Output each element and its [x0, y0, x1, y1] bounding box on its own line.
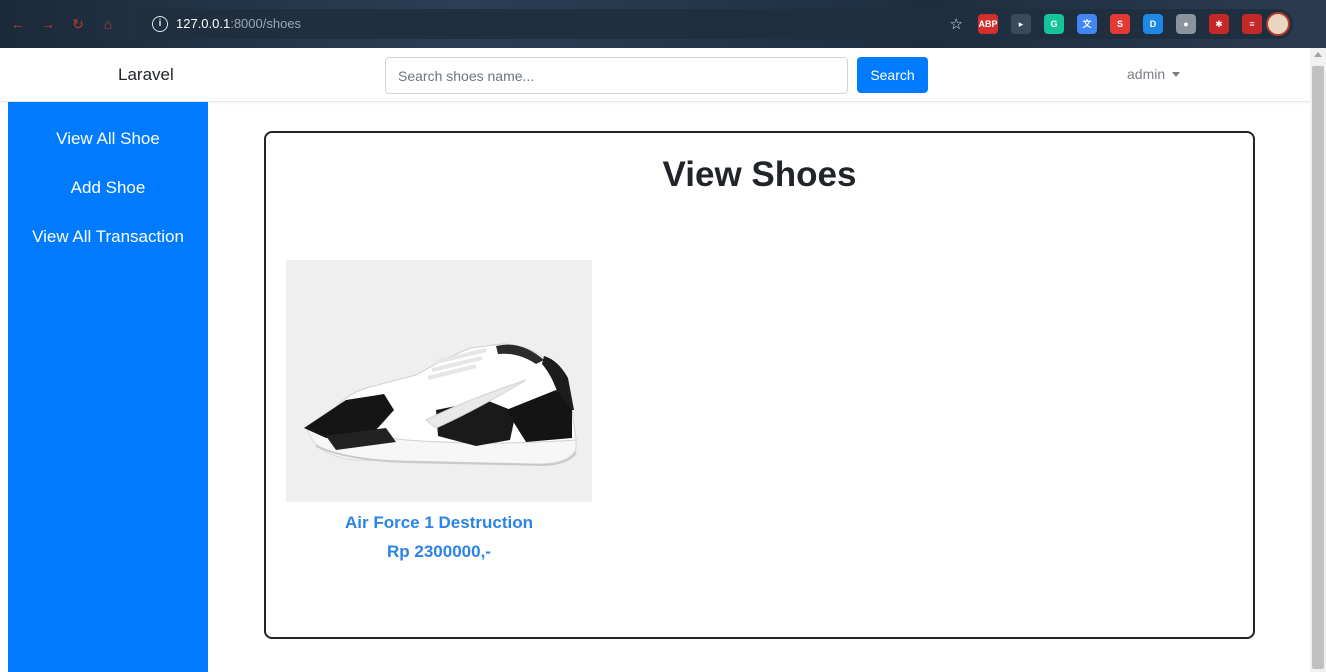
bookmark-star-icon[interactable]: ☆ [950, 15, 963, 33]
abp-icon[interactable]: ABP [978, 14, 998, 34]
user-dropdown[interactable]: admin [1127, 66, 1181, 82]
sidebar-extension-icon[interactable]: ≡ [1242, 14, 1262, 34]
product-name-link[interactable]: Air Force 1 Destruction [286, 513, 592, 533]
sidebar: View All Shoe Add Shoe View All Transact… [8, 102, 208, 672]
s-extension-icon[interactable]: S [1110, 14, 1130, 34]
caret-down-icon [1172, 71, 1181, 77]
url-text[interactable]: 127.0.0.1:8000/shoes [176, 16, 301, 31]
browser-nav-buttons: ← → ↻ ⌂ [10, 16, 116, 32]
search-input[interactable] [385, 57, 848, 94]
puzzle-icon[interactable]: ✱ [1209, 14, 1229, 34]
sidebar-item-view-all-transaction[interactable]: View All Transaction [8, 212, 208, 261]
site-info-icon[interactable]: i [152, 16, 168, 32]
sidebar-item-add-shoe[interactable]: Add Shoe [8, 163, 208, 212]
back-icon[interactable]: ← [10, 16, 26, 32]
scroll-thumb[interactable] [1312, 66, 1324, 669]
product-image[interactable] [286, 260, 592, 502]
grammarly-icon[interactable]: G [1044, 14, 1064, 34]
page-scrollbar[interactable] [1310, 48, 1326, 672]
home-icon[interactable]: ⌂ [100, 16, 116, 32]
shoes-card: View Shoes Air Force 1 Destruction Rp 23… [264, 131, 1255, 639]
profile-avatar-icon[interactable] [1266, 12, 1290, 36]
brand-link[interactable]: Laravel [118, 65, 174, 85]
translate-icon[interactable]: 文 [1077, 14, 1097, 34]
user-name: admin [1127, 66, 1166, 82]
product-card: Air Force 1 Destruction Rp 2300000,- [286, 260, 592, 562]
browser-toolbar: ← → ↻ ⌂ i 127.0.0.1:8000/shoes ☆ ABP ▸ G 文 S… [0, 0, 1326, 48]
play-icon[interactable]: ▸ [1011, 14, 1031, 34]
url-path: :8000/shoes [230, 16, 302, 31]
reload-icon[interactable]: ↻ [70, 16, 86, 32]
forward-icon[interactable]: → [40, 16, 56, 32]
d-extension-icon[interactable]: D [1143, 14, 1163, 34]
top-navbar: Laravel Search admin [0, 48, 1310, 102]
search-button[interactable]: Search [857, 57, 928, 93]
scroll-up-arrow-icon[interactable] [1314, 52, 1322, 57]
extension-icons: ABP ▸ G 文 S D ● ✱ ≡ [978, 14, 1262, 34]
page-title: View Shoes [662, 155, 857, 194]
product-price-link[interactable]: Rp 2300000,- [286, 542, 592, 562]
globe-icon[interactable]: ● [1176, 14, 1196, 34]
url-host: 127.0.0.1 [176, 16, 231, 31]
sidebar-item-view-all-shoe[interactable]: View All Shoe [8, 114, 208, 163]
sneaker-illustration [286, 260, 592, 502]
